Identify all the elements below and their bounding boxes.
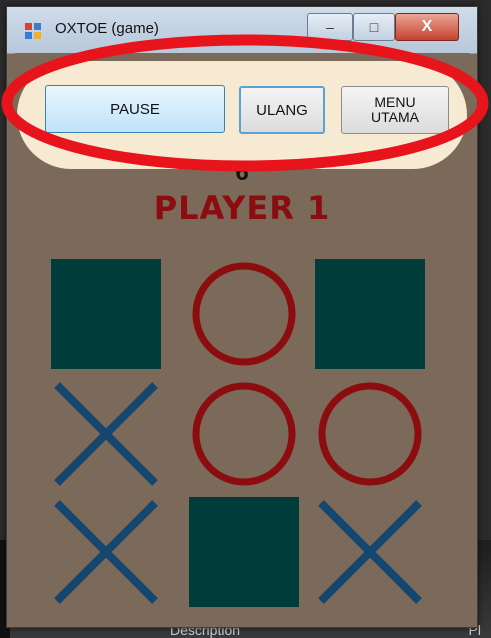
board-cell-4-x[interactable] bbox=[51, 379, 161, 489]
board-cell-3-square[interactable] bbox=[315, 259, 425, 369]
restart-button[interactable]: ULANG bbox=[239, 86, 325, 134]
window-title: OXTOE (game) bbox=[55, 20, 159, 37]
minimize-button[interactable]: – bbox=[307, 13, 353, 41]
game-area: PAUSE ULANG MENU UTAMA 6 PLAYER 1 bbox=[15, 53, 469, 619]
maximize-icon: □ bbox=[369, 19, 379, 35]
board-cell-9-x[interactable] bbox=[315, 497, 425, 607]
board-cell-7-x[interactable] bbox=[51, 497, 161, 607]
close-icon: X bbox=[421, 18, 433, 35]
game-window: OXTOE (game) – □ X PAUSE ULANG MENU UTAM… bbox=[6, 6, 478, 628]
circle-mark bbox=[192, 262, 296, 366]
app-icon bbox=[25, 23, 43, 39]
x-mark bbox=[54, 500, 158, 604]
board-cell-8-square[interactable] bbox=[189, 497, 299, 607]
board-cell-6-circle[interactable] bbox=[315, 379, 425, 489]
minimize-icon: – bbox=[326, 19, 334, 35]
game-board bbox=[51, 259, 441, 609]
close-button[interactable]: X bbox=[395, 13, 459, 41]
circle-mark bbox=[318, 382, 422, 486]
move-counter: 6 bbox=[235, 159, 249, 186]
square-mark bbox=[51, 259, 161, 369]
board-cell-2-circle[interactable] bbox=[189, 259, 299, 369]
circle-mark bbox=[192, 382, 296, 486]
pause-button[interactable]: PAUSE bbox=[45, 85, 225, 133]
square-mark bbox=[189, 497, 299, 607]
main-menu-button[interactable]: MENU UTAMA bbox=[341, 86, 449, 134]
x-mark bbox=[54, 382, 158, 486]
square-mark bbox=[315, 259, 425, 369]
maximize-button[interactable]: □ bbox=[353, 13, 395, 41]
x-mark bbox=[318, 500, 422, 604]
board-cell-5-circle[interactable] bbox=[189, 379, 299, 489]
current-player-label: PLAYER 1 bbox=[153, 189, 331, 227]
board-cell-1-square[interactable] bbox=[51, 259, 161, 369]
title-bar[interactable]: OXTOE (game) – □ X bbox=[7, 7, 477, 54]
